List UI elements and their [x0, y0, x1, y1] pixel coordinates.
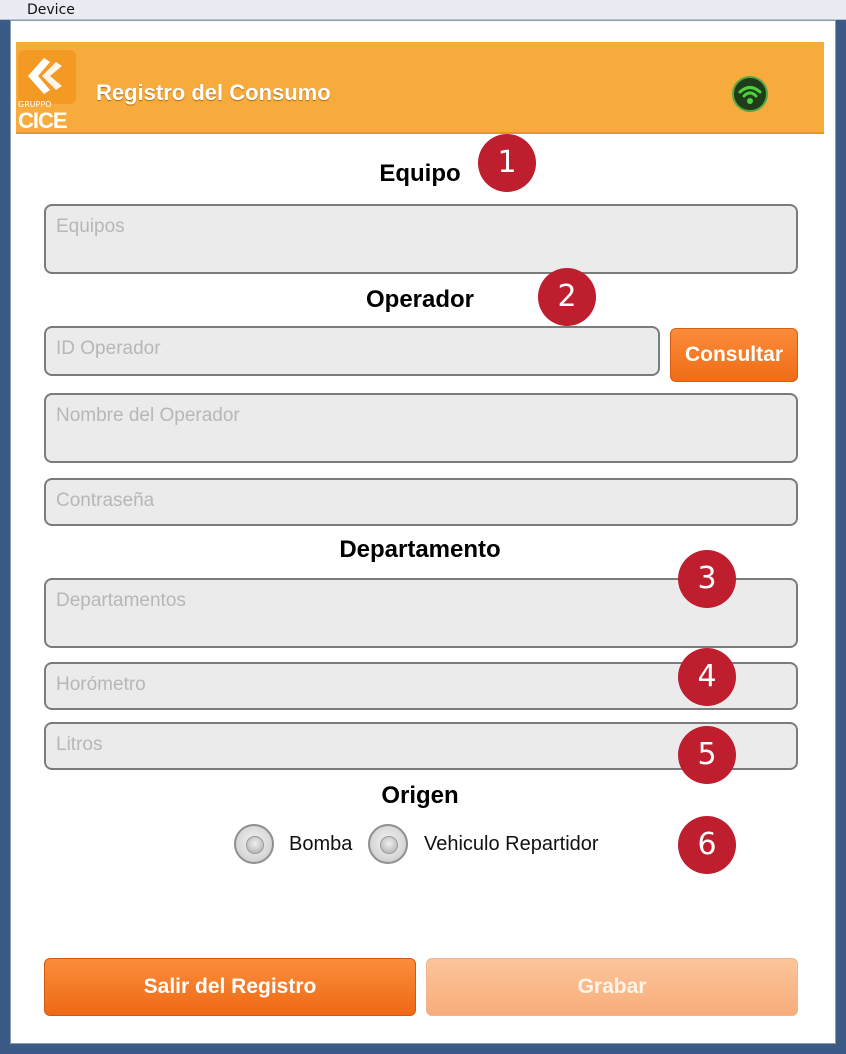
vehiculo-label: Vehiculo Repartidor — [424, 833, 599, 855]
marker-2: 2 — [538, 268, 596, 326]
password-placeholder: Contraseña — [56, 490, 155, 511]
save-button[interactable]: Grabar — [426, 958, 798, 1016]
exit-registry-button[interactable]: Salir del Registro — [44, 958, 416, 1016]
operator-id-input[interactable]: ID Operador — [44, 326, 660, 376]
marker-3: 3 — [678, 550, 736, 608]
vehiculo-radio[interactable] — [368, 824, 408, 864]
marker-4: 4 — [678, 648, 736, 706]
consult-button[interactable]: Consultar — [670, 328, 798, 382]
litros-placeholder: Litros — [56, 734, 103, 755]
app-header: GRUPPO CICE Registro del Consumo — [16, 42, 824, 134]
operator-id-placeholder: ID Operador — [56, 338, 161, 359]
equipos-field[interactable]: Equipos — [44, 204, 798, 274]
bomba-label: Bomba — [289, 833, 353, 855]
marker-5: 5 — [678, 726, 736, 784]
operador-heading: Operador — [365, 286, 475, 313]
origen-heading: Origen — [381, 782, 459, 809]
window-frame-bottom — [0, 1044, 846, 1054]
operator-name-field[interactable]: Nombre del Operador — [44, 393, 798, 463]
logo-mark-icon — [18, 50, 76, 104]
app-title: Registro del Consumo — [96, 80, 331, 105]
bomba-radio[interactable] — [234, 824, 274, 864]
departamentos-placeholder: Departamentos — [56, 590, 186, 611]
window-title: Device — [27, 2, 75, 18]
company-logo: GRUPPO CICE — [18, 50, 78, 133]
marker-6: 6 — [678, 816, 736, 874]
equipos-placeholder: Equipos — [56, 216, 125, 237]
window-frame-left — [0, 20, 10, 1054]
wifi-icon — [732, 76, 768, 112]
marker-1: 1 — [478, 134, 536, 192]
equipo-heading: Equipo — [379, 160, 461, 187]
password-input[interactable]: Contraseña — [44, 478, 798, 526]
window-title-bar: Device — [0, 0, 846, 20]
operator-name-placeholder: Nombre del Operador — [56, 405, 240, 426]
window-frame-right — [836, 20, 846, 1054]
horometro-placeholder: Horómetro — [56, 674, 146, 695]
logo-big-text: CICE — [18, 108, 68, 133]
